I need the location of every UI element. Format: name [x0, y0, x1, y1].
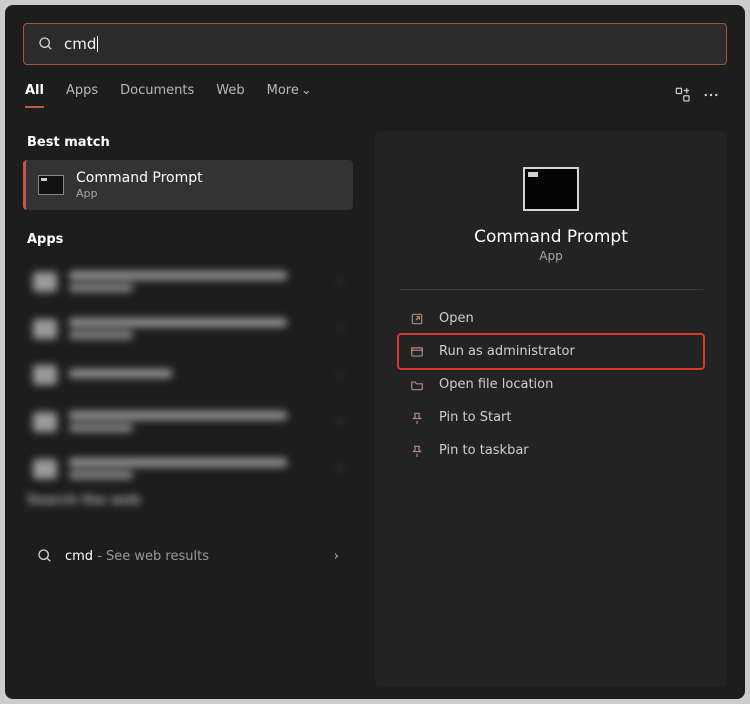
- preview-title: Command Prompt: [474, 227, 628, 247]
- chevron-right-icon: ›: [334, 549, 339, 564]
- action-label: Open: [439, 311, 474, 326]
- chevron-down-icon: ⌄: [301, 83, 312, 98]
- section-best-match: Best match: [23, 131, 353, 160]
- filter-tabs-row: All Apps Documents Web More⌄: [23, 81, 727, 109]
- best-match-result[interactable]: Command Prompt App: [23, 160, 353, 210]
- divider: [399, 289, 703, 290]
- search-icon: [37, 548, 53, 564]
- tab-all[interactable]: All: [25, 83, 44, 108]
- web-result[interactable]: cmd - See web results ›: [23, 532, 353, 580]
- command-prompt-icon: [523, 167, 579, 211]
- text-caret: [97, 36, 98, 52]
- web-result-hint: - See web results: [93, 549, 209, 564]
- list-item[interactable]: ›: [23, 261, 353, 302]
- action-label: Run as administrator: [439, 344, 575, 359]
- apps-list: › › › › ›: [23, 257, 353, 489]
- search-query-text: cmd: [64, 35, 96, 53]
- start-search-window: cmd All Apps Documents Web More⌄ Best ma…: [5, 5, 745, 699]
- tab-more[interactable]: More⌄: [267, 83, 312, 108]
- section-apps: Apps: [23, 228, 353, 257]
- web-result-term: cmd: [65, 549, 93, 564]
- list-item[interactable]: ›: [23, 308, 353, 349]
- tab-web[interactable]: Web: [216, 83, 244, 108]
- best-match-subtitle: App: [76, 187, 203, 200]
- action-pin-to-taskbar[interactable]: Pin to taskbar: [399, 434, 703, 467]
- list-item[interactable]: ›: [23, 448, 353, 489]
- action-pin-to-start[interactable]: Pin to Start: [399, 401, 703, 434]
- folder-icon: [409, 378, 425, 392]
- search-input[interactable]: cmd: [23, 23, 727, 65]
- section-search-web: Search the web: [23, 489, 353, 518]
- action-label: Pin to taskbar: [439, 443, 529, 458]
- tab-apps[interactable]: Apps: [66, 83, 98, 108]
- quick-apps-icon[interactable]: [669, 81, 697, 109]
- action-label: Open file location: [439, 377, 553, 392]
- results-column: Best match Command Prompt App Apps › › ›…: [23, 131, 353, 687]
- action-open[interactable]: Open: [399, 302, 703, 335]
- pin-icon: [409, 411, 425, 425]
- command-prompt-icon: [38, 175, 64, 195]
- list-item[interactable]: ›: [23, 355, 353, 395]
- preview-panel: Command Prompt App Open Run as administr…: [375, 131, 727, 687]
- action-run-as-administrator[interactable]: Run as administrator: [399, 335, 703, 368]
- pin-icon: [409, 444, 425, 458]
- tab-documents[interactable]: Documents: [120, 83, 194, 108]
- open-icon: [409, 312, 425, 326]
- shield-icon: [409, 345, 425, 359]
- more-options-icon[interactable]: [697, 81, 725, 109]
- action-label: Pin to Start: [439, 410, 511, 425]
- best-match-title: Command Prompt: [76, 170, 203, 186]
- search-icon: [38, 36, 54, 52]
- preview-subtitle: App: [539, 249, 562, 263]
- list-item[interactable]: ›: [23, 401, 353, 442]
- action-open-file-location[interactable]: Open file location: [399, 368, 703, 401]
